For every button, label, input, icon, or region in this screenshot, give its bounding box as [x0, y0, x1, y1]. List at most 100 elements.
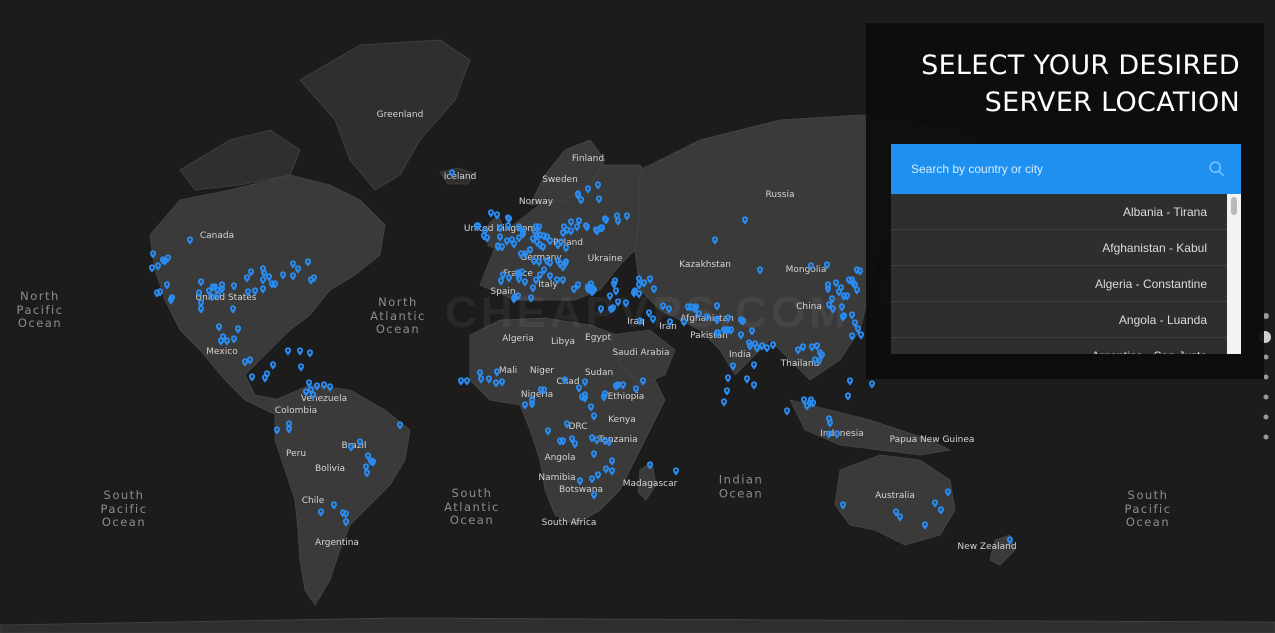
server-pin-icon[interactable] — [853, 286, 860, 295]
server-pin-icon[interactable] — [611, 279, 618, 289]
server-pin-icon[interactable] — [304, 258, 311, 267]
server-pin-icon[interactable] — [527, 293, 534, 303]
server-pin-icon[interactable] — [153, 289, 160, 298]
server-pin-icon[interactable] — [529, 396, 536, 405]
server-pin-icon[interactable] — [615, 217, 622, 226]
server-pin-icon[interactable] — [568, 226, 575, 236]
server-pin-icon[interactable] — [809, 343, 816, 352]
list-item[interactable]: Albania - Tirana — [891, 194, 1241, 230]
nav-dot[interactable] — [1263, 394, 1269, 400]
server-pin-icon[interactable] — [593, 436, 600, 445]
server-pin-icon[interactable] — [155, 262, 162, 271]
server-pin-icon[interactable] — [498, 378, 506, 387]
server-pin-icon[interactable] — [530, 284, 537, 293]
server-pin-icon[interactable] — [622, 299, 630, 308]
server-pin-icon[interactable] — [348, 443, 355, 452]
world-map[interactable]: CHEAPVPS.COM North Pacific Ocean North A… — [0, 0, 1275, 633]
server-pin-icon[interactable] — [714, 329, 721, 338]
server-pin-icon[interactable] — [650, 285, 657, 294]
server-pin-icon[interactable] — [729, 362, 737, 371]
server-pin-icon[interactable] — [588, 288, 595, 297]
server-pin-icon[interactable] — [167, 296, 174, 305]
server-pin-icon[interactable] — [681, 318, 688, 327]
server-pin-icon[interactable] — [243, 274, 251, 283]
server-pin-icon[interactable] — [703, 313, 710, 322]
server-pin-icon[interactable] — [540, 266, 547, 275]
server-pin-icon[interactable] — [330, 501, 337, 510]
server-pin-icon[interactable] — [205, 287, 212, 296]
server-pin-icon[interactable] — [636, 317, 643, 326]
server-pin-icon[interactable] — [839, 501, 847, 510]
server-pin-icon[interactable] — [590, 412, 597, 421]
nav-dot[interactable] — [1263, 354, 1269, 360]
server-pin-icon[interactable] — [269, 280, 276, 289]
server-pin-icon[interactable] — [756, 266, 764, 275]
server-pin-icon[interactable] — [589, 475, 596, 484]
list-item[interactable]: Angola - Luanda — [891, 302, 1241, 338]
server-pin-icon[interactable] — [396, 421, 404, 430]
server-pin-icon[interactable] — [605, 438, 612, 447]
server-pin-icon[interactable] — [839, 313, 846, 322]
search-bar[interactable] — [891, 144, 1241, 194]
server-pin-icon[interactable] — [794, 346, 801, 355]
server-pin-icon[interactable] — [826, 430, 833, 439]
nav-dot[interactable] — [1263, 374, 1269, 380]
server-pin-icon[interactable] — [498, 277, 505, 286]
server-pin-icon[interactable] — [594, 227, 601, 236]
server-pin-icon[interactable] — [321, 381, 328, 390]
server-pin-icon[interactable] — [560, 275, 567, 285]
server-pin-icon[interactable] — [234, 325, 241, 334]
server-pin-icon[interactable] — [633, 385, 640, 394]
server-pin-icon[interactable] — [602, 216, 609, 225]
server-pin-icon[interactable] — [646, 461, 654, 470]
server-pin-icon[interactable] — [856, 267, 864, 276]
server-pin-icon[interactable] — [571, 440, 578, 449]
server-pin-icon[interactable] — [582, 222, 590, 231]
server-pin-icon[interactable] — [931, 499, 938, 508]
list-item[interactable]: Afghanistan - Kabul — [891, 230, 1241, 266]
server-pin-icon[interactable] — [558, 238, 565, 247]
server-pin-icon[interactable] — [574, 190, 581, 199]
server-pin-icon[interactable] — [847, 377, 854, 386]
server-pin-icon[interactable] — [720, 398, 727, 407]
server-pin-icon[interactable] — [1006, 536, 1014, 545]
server-pin-icon[interactable] — [595, 181, 602, 190]
server-pin-icon[interactable] — [477, 369, 484, 378]
server-pin-icon[interactable] — [684, 303, 691, 312]
server-pin-icon[interactable] — [213, 286, 221, 295]
server-pin-icon[interactable] — [897, 513, 904, 522]
server-pin-icon[interactable] — [807, 399, 814, 408]
server-pin-icon[interactable] — [546, 272, 553, 281]
server-pin-icon[interactable] — [259, 285, 266, 294]
server-pin-icon[interactable] — [723, 387, 730, 396]
server-pin-icon[interactable] — [492, 379, 499, 388]
server-pin-icon[interactable] — [522, 401, 529, 410]
server-pin-icon[interactable] — [164, 254, 171, 263]
server-pin-icon[interactable] — [163, 281, 170, 290]
server-pin-icon[interactable] — [608, 467, 615, 476]
server-pin-icon[interactable] — [591, 490, 598, 500]
server-pin-icon[interactable] — [737, 330, 744, 340]
server-pin-icon[interactable] — [665, 305, 672, 314]
server-pin-icon[interactable] — [289, 260, 296, 269]
server-pin-icon[interactable] — [215, 323, 222, 332]
server-pin-icon[interactable] — [597, 305, 604, 314]
server-pin-icon[interactable] — [623, 212, 630, 221]
server-pin-icon[interactable] — [595, 195, 602, 204]
server-pin-icon[interactable] — [306, 349, 313, 358]
server-pin-icon[interactable] — [817, 349, 824, 358]
server-pin-icon[interactable] — [640, 279, 648, 288]
server-pin-icon[interactable] — [510, 295, 517, 304]
server-pin-icon[interactable] — [342, 510, 349, 519]
server-pin-icon[interactable] — [516, 275, 523, 284]
server-pin-icon[interactable] — [186, 236, 194, 245]
server-pin-icon[interactable] — [448, 169, 456, 178]
server-pin-icon[interactable] — [608, 457, 615, 466]
server-pin-icon[interactable] — [845, 276, 853, 285]
server-pin-icon[interactable] — [724, 374, 731, 383]
server-pin-icon[interactable] — [198, 278, 205, 287]
server-pin-icon[interactable] — [844, 291, 851, 301]
server-pin-icon[interactable] — [581, 378, 588, 387]
server-pin-icon[interactable] — [274, 426, 281, 435]
server-pin-icon[interactable] — [483, 234, 490, 243]
